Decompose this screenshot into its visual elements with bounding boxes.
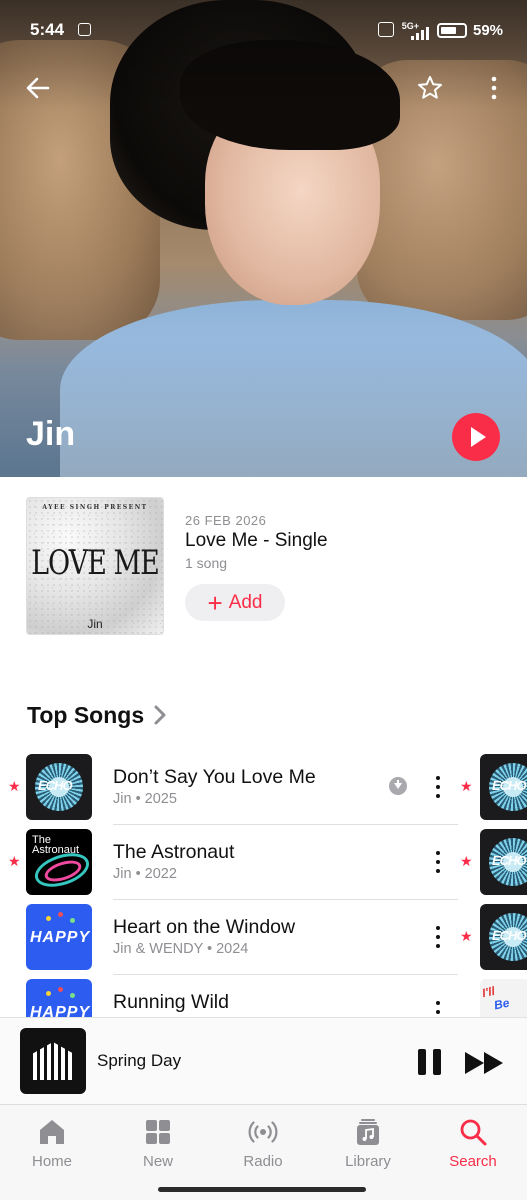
song-more-icon[interactable] [430, 925, 446, 949]
favorite-star-icon: ★ [8, 853, 21, 869]
artwork-label: ECHO [492, 853, 527, 868]
library-icon [357, 1119, 379, 1145]
artist-hero-image [0, 0, 527, 477]
song-meta: Jin & WENDY • 2024 [113, 941, 249, 957]
song-more-icon[interactable] [430, 775, 446, 799]
song-artwork: ECHO [26, 754, 92, 820]
volte-icon [378, 22, 394, 37]
release-art-top-text: AYEE SINGH PRESENT [42, 504, 148, 511]
downloaded-icon [389, 777, 407, 795]
song-title: Running Wild [113, 991, 229, 1013]
song-row[interactable]: HAPPY Running Wild I'll Be [0, 979, 527, 1017]
radio-icon [248, 1121, 278, 1143]
song-row[interactable]: ★ The Astronaut The Astronaut Jin • 2022… [0, 829, 527, 904]
divider [113, 824, 458, 825]
battery-icon [437, 23, 467, 38]
song-artwork: I'll Be [480, 979, 527, 1017]
song-artwork: ECHO [480, 829, 527, 895]
release-art-signature: Jin [87, 617, 103, 631]
artwork-label: HAPPY [30, 929, 91, 946]
song-more-icon[interactable] [430, 1000, 446, 1017]
status-bar: 5:44 5G+ 59% [0, 0, 527, 58]
home-icon [40, 1120, 64, 1144]
status-time: 5:44 [30, 20, 65, 39]
add-label: Add [228, 591, 263, 613]
tab-bar: Home New Radio Library Search [0, 1104, 527, 1200]
artist-name: Jin [26, 415, 76, 453]
tab-label: Home [31, 1153, 72, 1170]
artwork-label: The Astronaut [32, 834, 80, 856]
tab-label: Library [345, 1153, 391, 1170]
song-title: Don’t Say You Love Me [113, 766, 316, 788]
fast-forward-icon[interactable] [465, 1052, 505, 1074]
song-artwork: ECHO [480, 904, 527, 970]
release-art-title: LOVE ME [31, 544, 160, 583]
song-title: Heart on the Window [113, 916, 296, 938]
tab-search[interactable]: Search [428, 1117, 518, 1170]
plus-icon: + [207, 587, 223, 618]
battery-percent: 59% [473, 22, 504, 39]
artwork-label: ECHO [38, 778, 73, 793]
song-artwork: ECHO [480, 754, 527, 820]
favorite-star-icon: ★ [8, 778, 21, 794]
add-release-button[interactable]: + Add [185, 584, 285, 621]
tab-label: Search [449, 1153, 497, 1170]
favorite-star-icon: ★ [460, 853, 473, 869]
pause-button[interactable] [418, 1049, 442, 1075]
top-songs-header[interactable]: Top Songs [27, 702, 144, 729]
tab-library[interactable]: Library [323, 1117, 413, 1170]
more-options-icon[interactable] [488, 74, 500, 102]
notification-icon [78, 23, 91, 36]
divider [113, 974, 458, 975]
signal-icon [411, 26, 429, 40]
back-arrow-icon[interactable] [24, 74, 52, 102]
song-row[interactable]: ★ ECHO Don’t Say You Love Me Jin • 2025 … [0, 754, 527, 829]
release-artwork[interactable]: AYEE SINGH PRESENT LOVE ME Jin [26, 497, 164, 635]
play-artist-button[interactable] [452, 413, 500, 461]
song-meta: Jin • 2025 [113, 791, 177, 807]
favorite-star-icon: ★ [460, 928, 473, 944]
home-indicator[interactable] [158, 1187, 366, 1192]
song-artwork: The Astronaut [26, 829, 92, 895]
song-artwork: HAPPY [26, 904, 92, 970]
release-title[interactable]: Love Me - Single [185, 530, 328, 552]
artwork-label: ECHO [492, 778, 527, 793]
artwork-label: ECHO [492, 928, 527, 943]
artwork-label: HAPPY [30, 1004, 91, 1017]
now-playing-artwork [20, 1028, 86, 1094]
grid-icon [146, 1120, 170, 1144]
now-playing-title: Spring Day [97, 1051, 182, 1070]
chevron-right-icon[interactable] [151, 704, 169, 726]
song-more-icon[interactable] [430, 850, 446, 874]
tab-radio[interactable]: Radio [218, 1117, 308, 1170]
tab-label: Radio [243, 1153, 283, 1170]
mini-player[interactable]: Spring Day [0, 1017, 527, 1104]
song-artwork: HAPPY [26, 979, 92, 1017]
song-row[interactable]: HAPPY Heart on the Window Jin & WENDY • … [0, 904, 527, 979]
release-date: 26 FEB 2026 [185, 513, 267, 528]
tab-label: New [142, 1153, 173, 1170]
song-title: The Astronaut [113, 841, 235, 863]
divider [113, 899, 458, 900]
tab-home[interactable]: Home [7, 1117, 97, 1170]
search-icon [460, 1119, 487, 1146]
release-song-count: 1 song [185, 555, 228, 571]
favorite-star-icon[interactable] [416, 74, 444, 102]
song-meta: Jin • 2022 [113, 866, 177, 882]
tab-new[interactable]: New [113, 1117, 203, 1170]
favorite-star-icon: ★ [460, 778, 473, 794]
